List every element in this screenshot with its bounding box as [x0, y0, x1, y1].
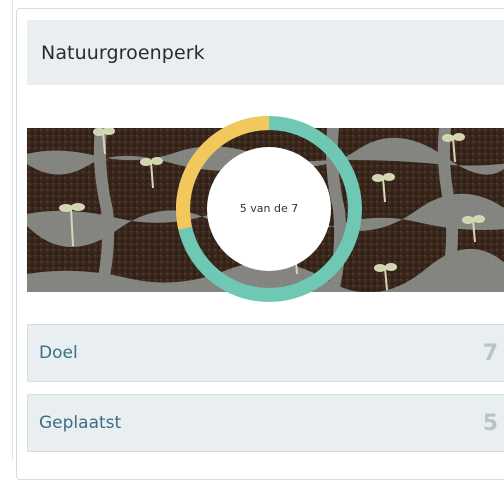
stat-row-goal: Doel 7: [27, 324, 504, 382]
stat-placed-value: 5: [482, 411, 498, 436]
left-panel-edge: [0, 0, 13, 460]
card-title: Natuurgroenperk: [41, 42, 205, 64]
progress-label: 5 van de 7: [239, 202, 299, 215]
stat-placed-label: Geplaatst: [39, 413, 122, 433]
stat-goal-value: 7: [482, 341, 498, 366]
stat-row-placed: Geplaatst 5: [27, 394, 504, 452]
stat-goal-label: Doel: [39, 343, 78, 363]
card-header: Natuurgroenperk: [27, 20, 504, 85]
